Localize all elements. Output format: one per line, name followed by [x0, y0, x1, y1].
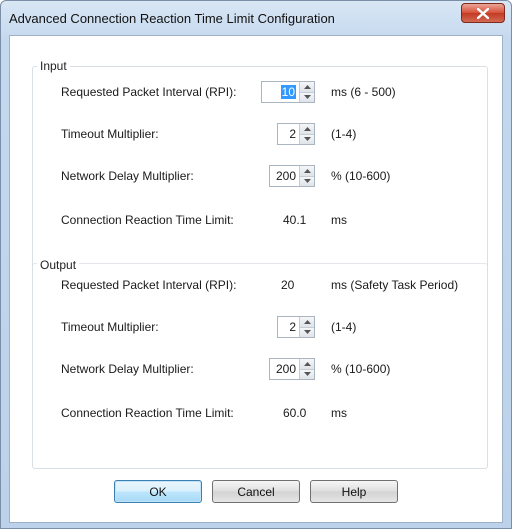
output-network-delay-field[interactable]: 200	[270, 359, 299, 379]
spin-up-button[interactable]	[300, 317, 314, 328]
output-rpi-label: Requested Packet Interval (RPI):	[61, 278, 237, 292]
output-crtl-row: Connection Reaction Time Limit: 60.0 ms	[33, 402, 489, 426]
input-rpi-label: Requested Packet Interval (RPI):	[61, 85, 237, 99]
chevron-down-icon	[303, 372, 311, 377]
output-timeout-field[interactable]: 2	[278, 317, 299, 337]
input-timeout-field[interactable]: 2	[278, 124, 299, 144]
close-button[interactable]	[461, 3, 505, 23]
input-group: Input Requested Packet Interval (RPI): 1…	[32, 59, 489, 282]
input-timeout-row: Timeout Multiplier: 2 (1-4)	[33, 123, 489, 147]
output-network-delay-unit: % (10-600)	[331, 362, 391, 376]
input-crtl-label: Connection Reaction Time Limit:	[61, 213, 234, 227]
input-network-delay-unit: % (10-600)	[331, 169, 391, 183]
close-icon	[477, 7, 489, 19]
chevron-down-icon	[303, 95, 311, 100]
spin-down-button[interactable]	[300, 327, 314, 337]
chevron-up-icon	[303, 168, 311, 173]
chevron-up-icon	[303, 126, 311, 131]
output-rpi-value: 20	[281, 278, 295, 292]
spin-down-button[interactable]	[300, 134, 314, 144]
output-timeout-spinner[interactable]: 2	[277, 316, 315, 338]
input-rpi-unit: ms (6 - 500)	[331, 85, 396, 99]
title-bar[interactable]: Advanced Connection Reaction Time Limit …	[1, 1, 511, 35]
output-timeout-unit: (1-4)	[331, 320, 357, 334]
help-button[interactable]: Help	[310, 480, 398, 503]
output-group-label: Output	[37, 258, 80, 272]
output-network-delay-label: Network Delay Multiplier:	[61, 362, 194, 376]
spin-down-button[interactable]	[300, 176, 314, 186]
input-rpi-field[interactable]: 10	[262, 82, 299, 102]
input-timeout-label: Timeout Multiplier:	[61, 127, 159, 141]
chevron-up-icon	[303, 84, 311, 89]
input-network-delay-label: Network Delay Multiplier:	[61, 169, 194, 183]
chevron-down-icon	[303, 330, 311, 335]
input-network-delay-row: Network Delay Multiplier: 200 % (10-600)	[33, 165, 489, 189]
output-rpi-unit: ms (Safety Task Period)	[331, 278, 459, 292]
output-network-delay-row: Network Delay Multiplier: 200 % (10-600)	[33, 358, 489, 382]
dialog-client-area: Input Requested Packet Interval (RPI): 1…	[9, 35, 503, 523]
spin-up-button[interactable]	[300, 166, 314, 177]
chevron-down-icon	[303, 137, 311, 142]
input-crtl-row: Connection Reaction Time Limit: 40.1 ms	[33, 209, 489, 233]
spin-up-button[interactable]	[300, 82, 314, 93]
window-title: Advanced Connection Reaction Time Limit …	[9, 11, 335, 26]
input-timeout-spinner[interactable]: 2	[277, 123, 315, 145]
input-rpi-row: Requested Packet Interval (RPI): 10 ms (…	[33, 81, 489, 105]
output-network-delay-spinner[interactable]: 200	[269, 358, 315, 380]
input-network-delay-spinner[interactable]: 200	[269, 165, 315, 187]
chevron-up-icon	[303, 361, 311, 366]
spin-up-button[interactable]	[300, 124, 314, 135]
output-timeout-row: Timeout Multiplier: 2 (1-4)	[33, 316, 489, 340]
input-rpi-spinner[interactable]: 10	[261, 81, 315, 103]
output-crtl-unit: ms	[331, 406, 347, 420]
spin-down-button[interactable]	[300, 92, 314, 102]
input-crtl-unit: ms	[331, 213, 347, 227]
input-group-label: Input	[37, 59, 70, 73]
spin-down-button[interactable]	[300, 369, 314, 379]
spin-up-button[interactable]	[300, 359, 314, 370]
output-crtl-label: Connection Reaction Time Limit:	[61, 406, 234, 420]
output-crtl-value: 60.0	[283, 406, 307, 420]
input-crtl-value: 40.1	[283, 213, 307, 227]
ok-button[interactable]: OK	[114, 480, 202, 503]
cancel-button[interactable]: Cancel	[212, 480, 300, 503]
input-timeout-unit: (1-4)	[331, 127, 357, 141]
chevron-down-icon	[303, 179, 311, 184]
dialog-window: Advanced Connection Reaction Time Limit …	[0, 0, 512, 529]
output-group: Output Requested Packet Interval (RPI): …	[32, 258, 489, 469]
output-rpi-row: Requested Packet Interval (RPI): 20 ms (…	[33, 274, 489, 298]
chevron-up-icon	[303, 319, 311, 324]
output-timeout-label: Timeout Multiplier:	[61, 320, 159, 334]
input-network-delay-field[interactable]: 200	[270, 166, 299, 186]
